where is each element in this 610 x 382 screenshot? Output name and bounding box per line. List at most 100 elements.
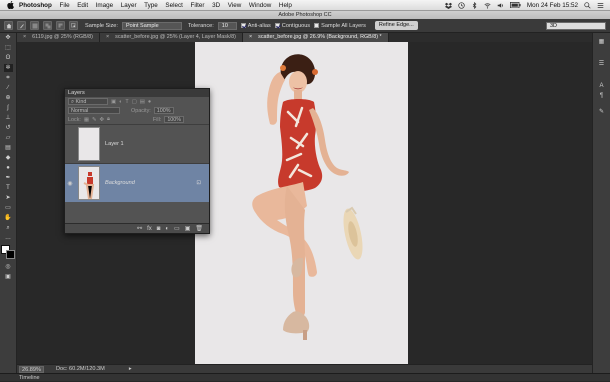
tab-close-icon[interactable]: × — [23, 33, 26, 42]
contiguous-checkbox[interactable]: Contiguous — [274, 22, 310, 29]
menu-window[interactable]: Window — [249, 2, 271, 9]
fill-input[interactable]: 100% — [164, 116, 185, 123]
layer-name[interactable]: Layer 1 — [105, 141, 124, 147]
new-layer-icon[interactable]: ▣ — [185, 225, 191, 232]
filter-smart-object-icon[interactable]: ▤ — [140, 99, 145, 105]
crop-tool-icon[interactable]: ⌗ — [4, 74, 13, 82]
opacity-input[interactable]: 100% — [153, 107, 174, 114]
layer-name[interactable]: Background — [105, 180, 135, 186]
menu-photoshop[interactable]: Photoshop — [19, 2, 52, 9]
character-panel-icon[interactable]: A — [597, 82, 606, 90]
menu-3d[interactable]: 3D — [212, 2, 220, 9]
eye-icon[interactable]: ◉ — [65, 180, 75, 187]
zoom-level[interactable]: 26.89% — [19, 365, 44, 373]
tab-close-icon[interactable]: × — [106, 33, 109, 42]
hand-tool-icon[interactable]: ✋ — [4, 214, 13, 222]
layer-row-layer-1[interactable]: Layer 1 — [65, 124, 209, 163]
dropbox-icon[interactable] — [444, 2, 452, 9]
apple-icon[interactable] — [6, 1, 14, 9]
sample-size-select[interactable]: Point Sample — [121, 21, 182, 30]
document-canvas[interactable] — [195, 42, 408, 364]
bluetooth-icon[interactable] — [471, 1, 478, 9]
menu-help[interactable]: Help — [279, 2, 292, 9]
marquee-tool-icon[interactable]: ⬚ — [4, 44, 13, 52]
status-menu-arrow-icon[interactable]: ▸ — [129, 366, 132, 372]
document-size[interactable]: Doc: 60.2M/120.3M — [56, 366, 105, 372]
quick-mask-icon[interactable]: ◎ — [4, 263, 13, 271]
notification-center-icon[interactable] — [597, 2, 604, 9]
battery-icon[interactable] — [509, 1, 521, 9]
filter-type-icon[interactable]: T — [125, 99, 128, 105]
screen-mode-icon[interactable]: ▣ — [4, 273, 13, 281]
properties-panel-icon[interactable]: ☰ — [597, 60, 606, 68]
tolerance-input[interactable]: 10 — [217, 21, 237, 30]
layers-panel[interactable]: Layers ⌕ Kind ▣ ◐ T ▢ ▤ ● Normal Opacity… — [64, 88, 210, 234]
eraser-tool-icon[interactable]: ▱ — [4, 134, 13, 142]
blend-mode-select[interactable]: Normal — [68, 107, 120, 114]
delete-layer-icon[interactable]: 🗑︎ — [195, 225, 203, 232]
tab-scatter-layer4[interactable]: × scatter_before.jpg @ 25% (Layer 4, Laye… — [99, 33, 243, 42]
brush-panel-icon[interactable]: ✎ — [597, 108, 606, 116]
healing-brush-tool-icon[interactable]: ⊕ — [4, 94, 13, 102]
spotlight-icon[interactable] — [584, 1, 591, 9]
link-layers-icon[interactable]: ⚯ — [137, 225, 142, 232]
more-tools-icon[interactable]: … — [4, 234, 13, 242]
home-icon[interactable] — [4, 21, 13, 30]
filter-toggle-icon[interactable]: ● — [148, 99, 151, 105]
new-group-icon[interactable]: ▭ — [174, 225, 180, 232]
lasso-tool-icon[interactable]: ʘ — [4, 54, 13, 62]
new-selection-icon[interactable] — [30, 21, 39, 30]
color-swatches[interactable] — [1, 245, 16, 260]
refine-edge-button[interactable]: Refine Edge... — [374, 21, 418, 30]
anti-alias-checkbox[interactable]: Anti-alias — [240, 22, 271, 29]
shape-tool-icon[interactable]: ▭ — [4, 204, 13, 212]
timeline-panel-tab[interactable]: Timeline — [0, 373, 610, 381]
lock-pixels-icon[interactable]: ✎ — [92, 117, 97, 123]
tab-close-icon[interactable]: × — [249, 33, 252, 42]
gradient-tool-icon[interactable]: ▤ — [4, 144, 13, 152]
background-color-swatch[interactable] — [6, 250, 15, 259]
eyedropper-tool-icon[interactable]: ∕ — [4, 84, 13, 92]
magic-wand-tool-icon[interactable]: ✲ — [3, 64, 13, 72]
history-panel-icon[interactable]: ▦ — [597, 38, 606, 46]
lock-position-icon[interactable]: ✥ — [100, 117, 105, 123]
volume-icon[interactable] — [497, 2, 504, 9]
workspace-select[interactable]: 3D — [546, 21, 606, 30]
layer-row-background[interactable]: ◉ Background ⊡ — [65, 163, 209, 202]
menu-file[interactable]: File — [59, 2, 69, 9]
path-selection-tool-icon[interactable]: ➤ — [4, 194, 13, 202]
subtract-selection-icon[interactable] — [56, 21, 65, 30]
menu-layer[interactable]: Layer — [121, 2, 137, 9]
clone-stamp-tool-icon[interactable]: ⊥ — [4, 114, 13, 122]
add-to-selection-icon[interactable] — [43, 21, 52, 30]
lock-transparency-icon[interactable]: ▦ — [84, 117, 89, 123]
history-brush-tool-icon[interactable]: ↺ — [4, 124, 13, 132]
sample-all-layers-checkbox[interactable]: Sample All Layers — [314, 22, 366, 29]
menu-select[interactable]: Select — [165, 2, 183, 9]
add-mask-icon[interactable]: ◙ — [157, 226, 161, 232]
blur-tool-icon[interactable]: ◆ — [4, 154, 13, 162]
tab-scatter-background[interactable]: × scatter_before.jpg @ 26.9% (Background,… — [242, 33, 389, 42]
filter-shape-icon[interactable]: ▢ — [132, 99, 137, 105]
menu-image[interactable]: Image — [96, 2, 114, 9]
tool-preset-icon[interactable] — [17, 21, 26, 30]
filter-pixel-icon[interactable]: ▣ — [111, 99, 116, 105]
brush-tool-icon[interactable]: ∫ — [4, 104, 13, 112]
type-tool-icon[interactable]: T — [4, 184, 13, 192]
intersect-selection-icon[interactable] — [69, 21, 78, 30]
tab-6119[interactable]: × 6119.jpg @ 25% (RGB/8) — [17, 33, 100, 42]
time-machine-icon[interactable] — [458, 1, 465, 9]
pen-tool-icon[interactable]: ✒ — [4, 174, 13, 182]
layer-filter-select[interactable]: ⌕ Kind — [68, 98, 108, 105]
menu-view[interactable]: View — [228, 2, 242, 9]
menu-filter[interactable]: Filter — [191, 2, 205, 9]
adjustment-layer-icon[interactable]: ◐ — [165, 226, 169, 232]
menubar-clock[interactable]: Mon 24 Feb 15:52 — [527, 2, 578, 9]
wifi-icon[interactable] — [484, 2, 491, 9]
menu-edit[interactable]: Edit — [77, 2, 88, 9]
dodge-tool-icon[interactable]: ● — [4, 164, 13, 172]
zoom-tool-icon[interactable]: ⌕ — [4, 224, 13, 232]
menu-type[interactable]: Type — [144, 2, 158, 9]
paragraph-panel-icon[interactable]: ¶ — [597, 92, 606, 100]
filter-adjustment-icon[interactable]: ◐ — [119, 99, 122, 105]
